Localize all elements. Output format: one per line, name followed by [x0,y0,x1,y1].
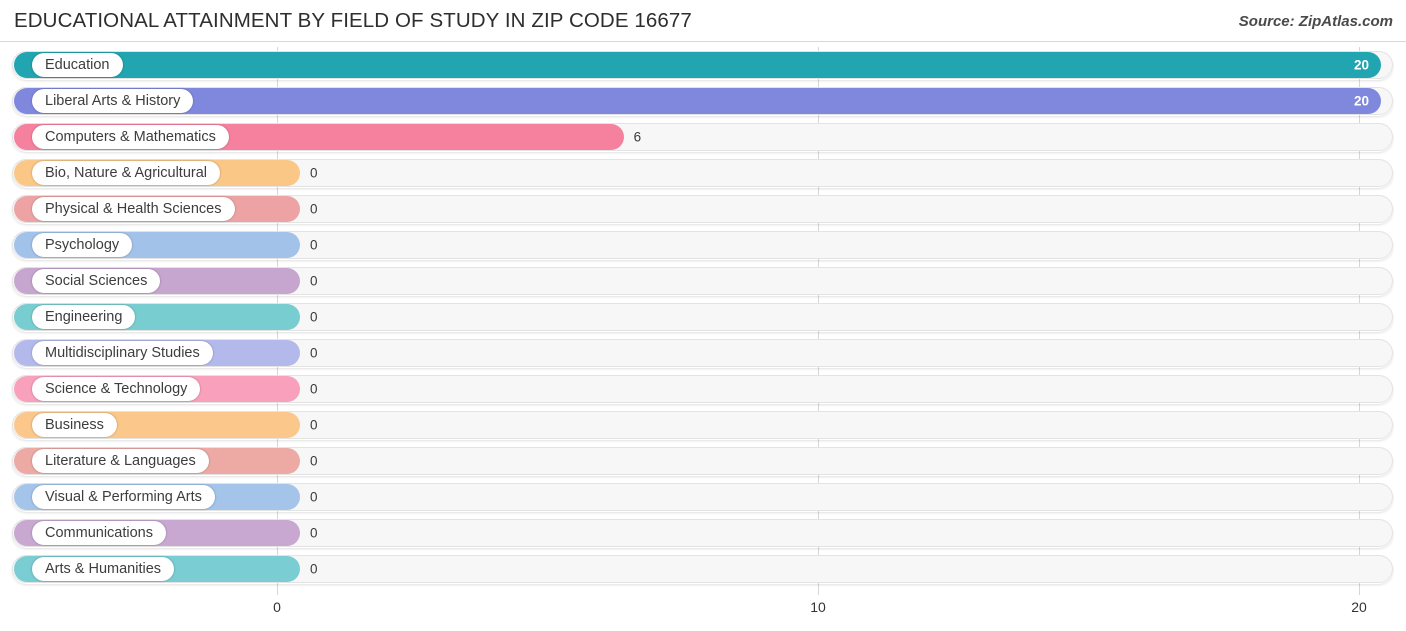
bar-value-label: 0 [310,381,318,397]
bar-value-label: 0 [310,417,318,433]
category-label-pill: Psychology [32,233,133,257]
category-label-pill: Bio, Nature & Agricultural [32,161,220,185]
bar-value-label: 20 [1353,57,1369,73]
category-label-pill: Multidisciplinary Studies [32,341,213,365]
category-label-pill: Arts & Humanities [32,557,175,581]
category-label-pill: Education [32,53,123,77]
category-label: Business [45,416,104,433]
category-label-pill: Computers & Mathematics [32,125,229,149]
chart-row: 0 Bio, Nature & Agricultural [0,155,1406,191]
category-label-pill: Business [32,413,117,437]
category-label: Social Sciences [45,272,148,289]
bar-value-label: 0 [310,237,318,253]
category-label-pill: Physical & Health Sciences [32,197,235,221]
category-label: Liberal Arts & History [45,92,181,109]
chart-row: 0 Arts & Humanities [0,551,1406,587]
bar-value-label: 0 [310,165,318,181]
bar-value-label: 20 [1353,93,1369,109]
bar[interactable] [14,88,1381,114]
chart-row: 0 Engineering [0,299,1406,335]
chart-header: EDUCATIONAL ATTAINMENT BY FIELD OF STUDY… [0,0,1406,42]
category-label-pill: Liberal Arts & History [32,89,194,113]
x-axis-tick-label: 10 [810,599,826,615]
category-label: Engineering [45,308,123,325]
x-axis: 0 10 20 [0,595,1406,631]
bar-value-label: 0 [310,345,318,361]
chart-row: 0 Business [0,407,1406,443]
chart-page: EDUCATIONAL ATTAINMENT BY FIELD OF STUDY… [0,0,1406,631]
chart-row: 0 Communications [0,515,1406,551]
category-label-pill: Engineering [32,305,136,329]
source-attribution: Source: ZipAtlas.com [1238,13,1393,30]
category-label: Visual & Performing Arts [45,488,202,505]
bar-value-label: 0 [310,309,318,325]
category-label: Education [45,56,110,73]
bar-value-label: 0 [310,201,318,217]
bar-value-label: 0 [310,273,318,289]
bar[interactable] [14,52,1381,78]
bar-value-label: 0 [310,453,318,469]
chart-row: 6 Computers & Mathematics [0,119,1406,155]
chart-row: 0 Physical & Health Sciences [0,191,1406,227]
category-label-pill: Visual & Performing Arts [32,485,215,509]
category-label: Arts & Humanities [45,560,162,577]
category-label: Multidisciplinary Studies [45,344,200,361]
category-label-pill: Communications [32,521,166,545]
category-label: Physical & Health Sciences [45,200,222,217]
bar-value-label: 6 [633,129,642,145]
category-label: Computers & Mathematics [45,128,216,145]
category-label-pill: Social Sciences [32,269,161,293]
chart-row: 0 Social Sciences [0,263,1406,299]
header-divider [0,41,1406,42]
bar-value-label: 0 [310,525,318,541]
chart-row: 0 Science & Technology [0,371,1406,407]
category-label: Science & Technology [45,380,188,397]
bar-value-label: 0 [310,561,318,577]
chart-row: 20 Education [0,47,1406,83]
category-label: Bio, Nature & Agricultural [45,164,207,181]
chart-row: 20 Liberal Arts & History [0,83,1406,119]
chart-row: 0 Visual & Performing Arts [0,479,1406,515]
chart-row: 0 Literature & Languages [0,443,1406,479]
chart-plot-area: 20 Education 20 Liberal Arts & History 6 Comp… [0,47,1406,595]
category-label: Communications [45,524,153,541]
category-label-pill: Science & Technology [32,377,201,401]
x-axis-tick-label: 0 [273,599,281,615]
category-label: Psychology [45,236,120,253]
x-axis-tick-label: 20 [1351,599,1367,615]
page-title: EDUCATIONAL ATTAINMENT BY FIELD OF STUDY… [14,9,692,32]
bar-value-label: 0 [310,489,318,505]
chart-row: 0 Multidisciplinary Studies [0,335,1406,371]
category-label-pill: Literature & Languages [32,449,209,473]
category-label: Literature & Languages [45,452,196,469]
chart-row: 0 Psychology [0,227,1406,263]
